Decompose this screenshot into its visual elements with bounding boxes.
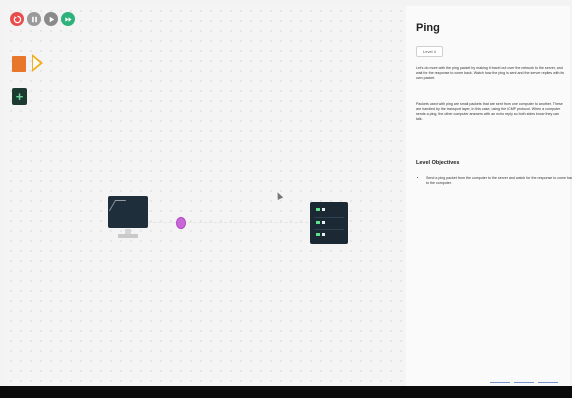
objective-item: Send a ping packet from the computer to … [426,176,572,186]
panel-title: Ping [416,22,440,34]
computer-node[interactable] [108,196,148,246]
pause-button[interactable] [27,12,41,26]
simulation-toolbar [10,12,75,26]
network-link [148,222,308,223]
objectives-list: Send a ping packet from the computer to … [416,176,572,186]
server-unit [314,229,344,239]
instructions-panel [406,6,570,386]
bottom-bar [0,386,572,398]
fast-forward-button[interactable] [61,12,75,26]
bottom-link[interactable] [514,382,534,383]
play-button[interactable] [44,12,58,26]
play-icon [49,16,54,22]
monitor-icon [108,196,148,228]
packet-tool[interactable] [12,56,26,72]
level-badge[interactable]: Level 4 [416,46,443,57]
reset-icon [13,15,21,23]
run-tool-icon[interactable] [32,54,43,72]
reset-button[interactable] [10,12,24,26]
pause-icon [31,16,37,22]
bottom-links [490,382,558,383]
ping-packet[interactable] [176,217,186,229]
server-node[interactable] [310,202,348,244]
add-device-button[interactable]: + [12,88,27,105]
panel-body-text: Packets used with ping are small packets… [416,102,563,121]
plus-icon: + [15,89,24,104]
bottom-link[interactable] [490,382,510,383]
network-canvas[interactable] [6,6,406,386]
bottom-link[interactable] [538,382,558,383]
server-unit [314,205,344,214]
panel-intro-text: Let's do more with the ping packet by ma… [416,66,565,80]
fast-forward-icon [64,16,72,22]
objectives-heading: Level Objectives [416,160,460,166]
server-unit [314,217,344,227]
